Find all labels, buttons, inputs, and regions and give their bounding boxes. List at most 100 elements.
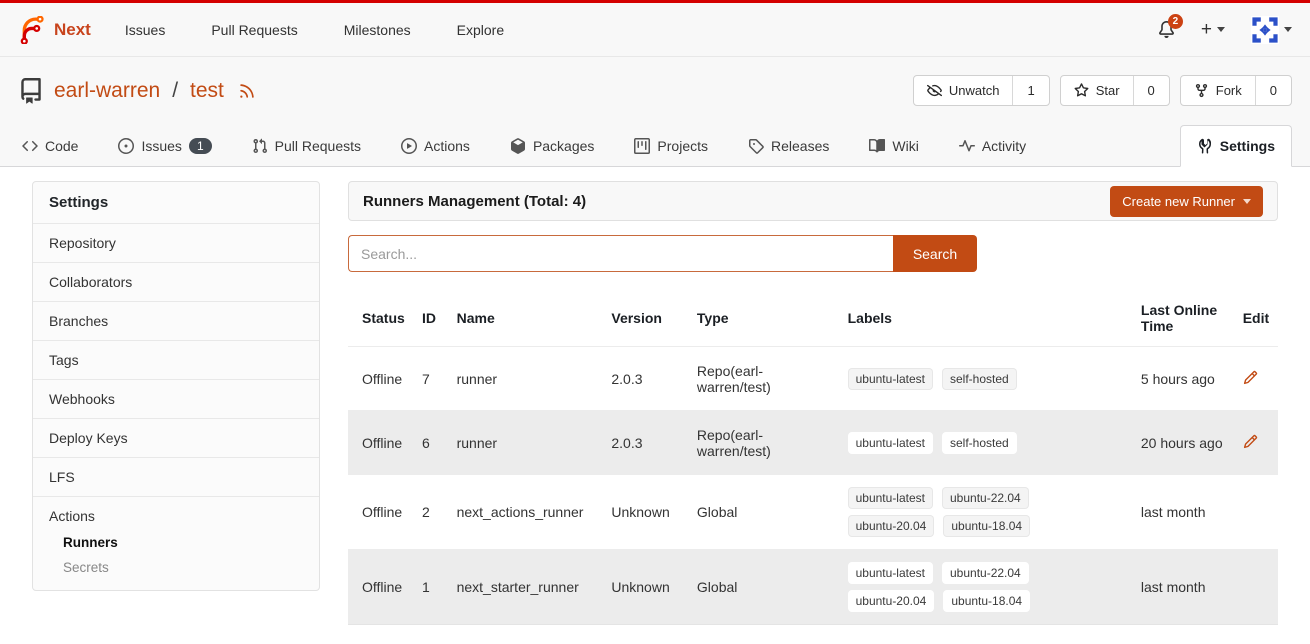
- column-header-version: Version: [603, 290, 689, 347]
- tools-icon: [1197, 138, 1213, 154]
- create-new-dropdown[interactable]: +: [1201, 20, 1225, 39]
- star-button[interactable]: Star0: [1060, 75, 1170, 106]
- runner-row: Offline1next_starter_runnerUnknownGlobal…: [348, 550, 1278, 625]
- column-header-labels: Labels: [840, 290, 1133, 347]
- issue-icon: [118, 138, 134, 154]
- star-count[interactable]: 0: [1133, 76, 1169, 105]
- book-icon: [869, 138, 885, 154]
- fork-count[interactable]: 0: [1255, 76, 1291, 105]
- runner-status: Offline: [348, 475, 414, 550]
- tab-settings[interactable]: Settings: [1180, 125, 1292, 167]
- pencil-icon: [1243, 434, 1258, 449]
- label-chip: ubuntu-22.04: [942, 562, 1029, 584]
- tab-packages[interactable]: Packages: [506, 138, 598, 166]
- column-header-name: Name: [449, 290, 604, 347]
- runner-status: Offline: [348, 550, 414, 625]
- nav-links: Issues Pull Requests Milestones Explore: [125, 22, 504, 38]
- label-chip: ubuntu-latest: [848, 487, 933, 509]
- runner-edit-cell: [1235, 550, 1278, 625]
- create-runner-label: Create new Runner: [1122, 194, 1235, 209]
- sidebar-item-runners[interactable]: Runners: [33, 530, 319, 555]
- tab-projects[interactable]: Projects: [630, 138, 712, 166]
- runner-name: next_actions_runner: [449, 475, 604, 550]
- runner-type: Global: [689, 550, 840, 625]
- runner-row: Offline6runner2.0.3Repo(earl-warren/test…: [348, 411, 1278, 475]
- sidebar-item-collaborators[interactable]: Collaborators: [33, 263, 319, 302]
- notifications-button[interactable]: 2: [1158, 21, 1175, 38]
- sidebar-item-secrets[interactable]: Secrets: [33, 555, 319, 580]
- runner-type: Global: [689, 475, 840, 550]
- runner-labels: ubuntu-latestubuntu-22.04ubuntu-20.04ubu…: [840, 475, 1133, 550]
- unwatch-label: Unwatch: [949, 83, 1000, 98]
- package-icon: [510, 138, 526, 154]
- search-button[interactable]: Search: [893, 235, 977, 272]
- tab-label: Releases: [771, 138, 829, 154]
- chevron-down-icon: [1243, 199, 1251, 204]
- sidebar-item-tags[interactable]: Tags: [33, 341, 319, 380]
- column-header-last-online-time: Last Online Time: [1133, 290, 1235, 347]
- label-chip: self-hosted: [942, 368, 1017, 390]
- sidebar-item-repository[interactable]: Repository: [33, 224, 319, 263]
- runner-type: Repo(earl-warren/test): [689, 411, 840, 475]
- chevron-down-icon: [1217, 27, 1225, 32]
- plus-icon: +: [1201, 20, 1212, 39]
- tab-code[interactable]: Code: [18, 138, 82, 166]
- edit-runner-button[interactable]: [1243, 370, 1258, 385]
- avatar: [1251, 16, 1279, 44]
- runner-last-online: last month: [1133, 550, 1235, 625]
- runner-last-online: last month: [1133, 475, 1235, 550]
- runner-name: runner: [449, 411, 604, 475]
- tab-pull-requests[interactable]: Pull Requests: [248, 138, 365, 166]
- tab-settings-label: Settings: [1220, 138, 1275, 154]
- nav-link-pull-requests[interactable]: Pull Requests: [211, 22, 297, 38]
- repo-separator: /: [172, 79, 178, 103]
- runner-version: 2.0.3: [603, 347, 689, 411]
- sidebar-item-lfs[interactable]: LFS: [33, 458, 319, 497]
- runner-search-form: Search: [348, 235, 977, 272]
- pencil-icon: [1243, 370, 1258, 385]
- runner-id: 1: [414, 550, 449, 625]
- search-input[interactable]: [348, 235, 893, 272]
- runner-version: 2.0.3: [603, 411, 689, 475]
- forgejo-logo-icon: [18, 16, 46, 44]
- tab-wiki[interactable]: Wiki: [865, 138, 922, 166]
- nav-link-milestones[interactable]: Milestones: [344, 22, 411, 38]
- home-logo-link[interactable]: Next: [18, 16, 91, 44]
- fork-button[interactable]: Fork0: [1180, 75, 1292, 106]
- tag-icon: [748, 138, 764, 154]
- sidebar-item-deploy-keys[interactable]: Deploy Keys: [33, 419, 319, 458]
- repo-owner-link[interactable]: earl-warren: [54, 79, 160, 103]
- sidebar-item-actions[interactable]: Actions: [33, 508, 319, 530]
- tab-label: Projects: [657, 138, 708, 154]
- sidebar-item-actions-group: Actions RunnersSecrets: [33, 497, 319, 590]
- sidebar-item-webhooks[interactable]: Webhooks: [33, 380, 319, 419]
- edit-runner-button[interactable]: [1243, 434, 1258, 449]
- runner-name: runner: [449, 347, 604, 411]
- fork-icon: [1194, 83, 1209, 98]
- nav-link-issues[interactable]: Issues: [125, 22, 165, 38]
- user-menu-dropdown[interactable]: [1251, 16, 1292, 44]
- unwatch-button[interactable]: Unwatch 1: [913, 75, 1050, 106]
- tab-issues[interactable]: Issues1: [114, 138, 215, 166]
- label-chip: self-hosted: [942, 432, 1017, 454]
- label-chip: ubuntu-latest: [848, 368, 933, 390]
- tab-activity[interactable]: Activity: [955, 138, 1030, 166]
- settings-sidebar: Settings RepositoryCollaboratorsBranches…: [32, 181, 320, 591]
- tab-label: Wiki: [892, 138, 918, 154]
- runner-row: Offline7runner2.0.3Repo(earl-warren/test…: [348, 347, 1278, 411]
- rss-icon[interactable]: [238, 82, 256, 100]
- create-runner-button[interactable]: Create new Runner: [1110, 186, 1263, 217]
- pull-request-icon: [252, 138, 268, 154]
- runners-panel: Runners Management (Total: 4) Create new…: [348, 181, 1278, 625]
- tab-releases[interactable]: Releases: [744, 138, 833, 166]
- nav-link-explore[interactable]: Explore: [457, 22, 504, 38]
- tab-actions[interactable]: Actions: [397, 138, 474, 166]
- label-chip: ubuntu-20.04: [848, 590, 935, 612]
- tab-label: Pull Requests: [275, 138, 361, 154]
- unwatch-count[interactable]: 1: [1012, 76, 1048, 105]
- runner-labels: ubuntu-latest self-hosted: [840, 347, 1133, 411]
- repo-name-link[interactable]: test: [190, 79, 224, 103]
- runner-status: Offline: [348, 411, 414, 475]
- panel-title: Runners Management (Total: 4): [363, 193, 586, 210]
- sidebar-item-branches[interactable]: Branches: [33, 302, 319, 341]
